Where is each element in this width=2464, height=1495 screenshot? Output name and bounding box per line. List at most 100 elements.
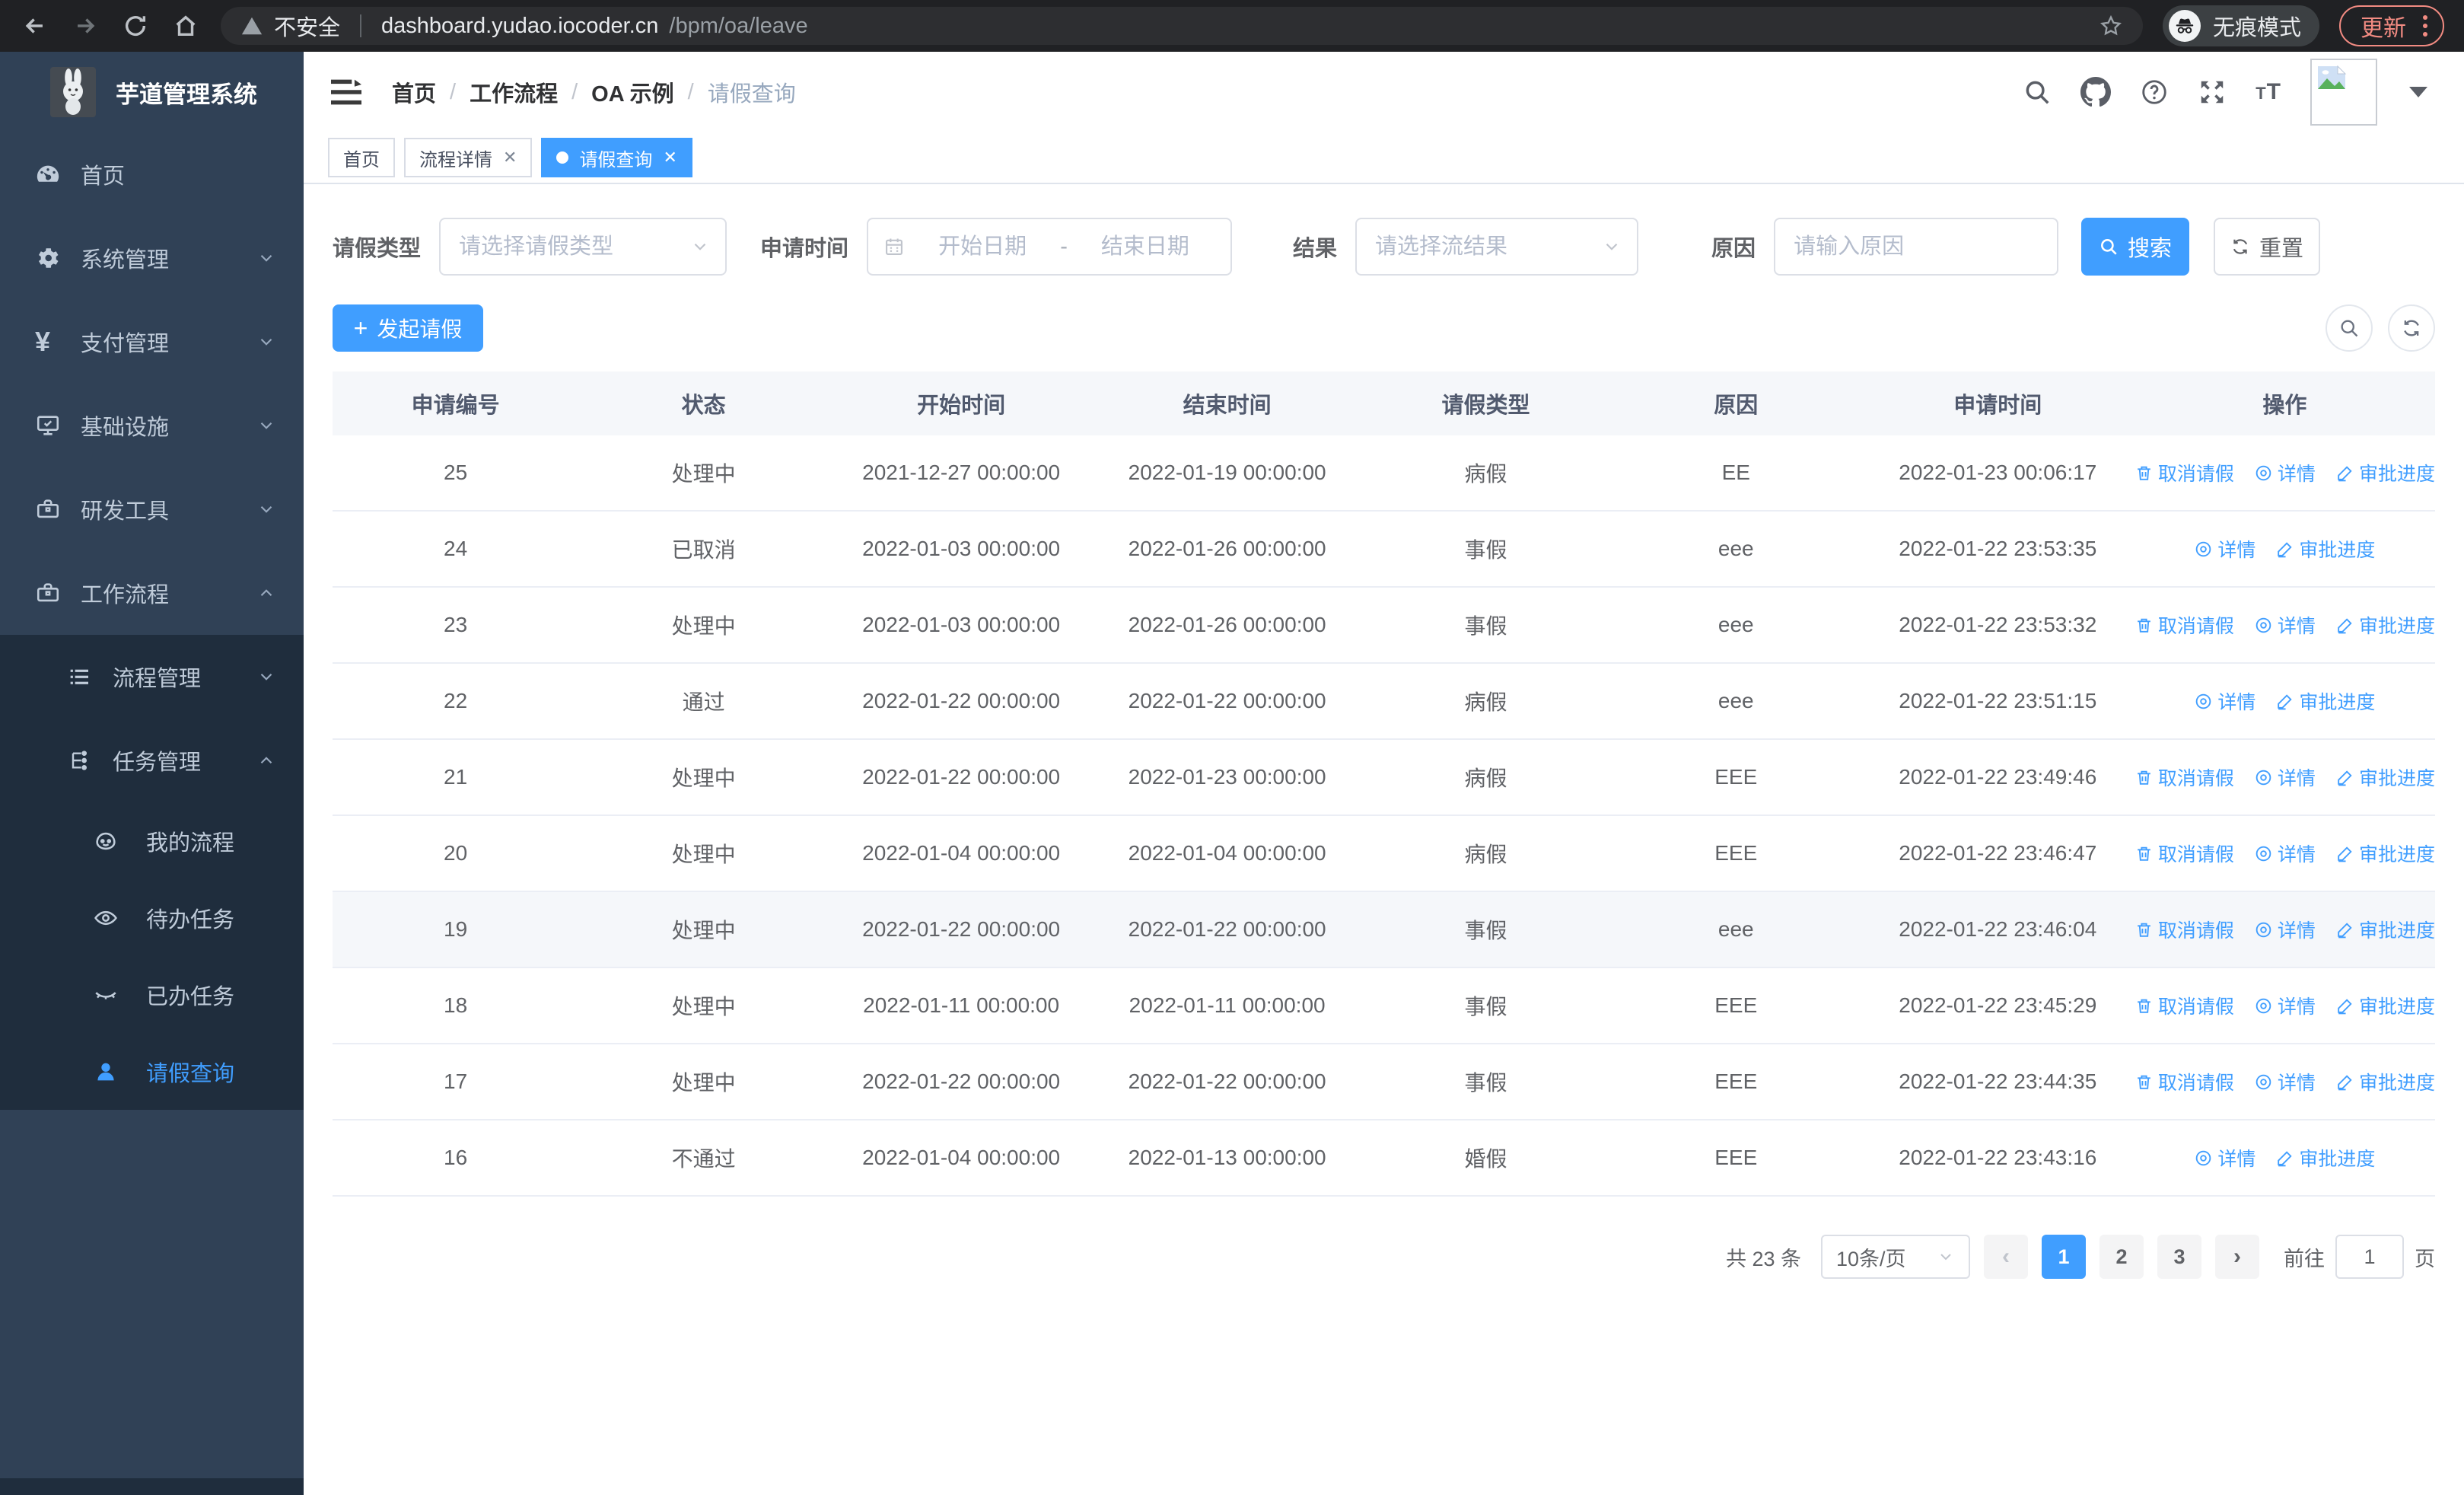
approval-progress-link[interactable]: 审批进度 bbox=[2335, 916, 2435, 943]
reason-field[interactable] bbox=[1774, 218, 2059, 276]
detail-link[interactable]: 详情 bbox=[2194, 1144, 2255, 1171]
browser-chrome: 不安全 dashboard.yudao.iocoder.cn/bpm/oa/le… bbox=[0, 0, 2464, 52]
detail-link[interactable]: 详情 bbox=[2194, 535, 2255, 563]
goto-page-input[interactable] bbox=[2335, 1235, 2404, 1279]
close-icon[interactable]: ✕ bbox=[503, 148, 517, 167]
tab-leave-query[interactable]: 请假查询 ✕ bbox=[541, 138, 692, 177]
table-row: 23 处理中 2022-01-03 00:00:00 2022-01-26 00… bbox=[333, 587, 2435, 664]
help-icon[interactable] bbox=[2140, 78, 2169, 107]
detail-link[interactable]: 详情 bbox=[2194, 687, 2255, 715]
page-button-3[interactable]: 3 bbox=[2157, 1235, 2201, 1279]
cancel-leave-link[interactable]: 取消请假 bbox=[2135, 611, 2234, 639]
forward-icon[interactable] bbox=[70, 11, 100, 41]
detail-link[interactable]: 详情 bbox=[2254, 840, 2316, 867]
breadcrumb-item[interactable]: 工作流程 bbox=[470, 76, 558, 108]
back-icon[interactable] bbox=[20, 11, 50, 41]
leave-type-select[interactable] bbox=[439, 218, 727, 276]
tab-process-detail[interactable]: 流程详情 ✕ bbox=[404, 138, 533, 177]
approval-progress-link[interactable]: 审批进度 bbox=[2335, 459, 2435, 486]
sidebar-item-payment[interactable]: ¥ 支付管理 bbox=[0, 300, 304, 384]
bookmark-star-icon[interactable] bbox=[2099, 14, 2123, 38]
sidebar-item-process-mgmt[interactable]: 流程管理 bbox=[0, 635, 304, 719]
avatar[interactable] bbox=[2310, 59, 2377, 126]
github-icon[interactable] bbox=[2080, 77, 2112, 107]
approval-progress-link[interactable]: 审批进度 bbox=[2335, 763, 2435, 791]
search-button[interactable]: 搜索 bbox=[2081, 218, 2190, 276]
sidebar-item-label: 已办任务 bbox=[146, 984, 235, 1009]
page-size-select[interactable]: 10条/页 bbox=[1821, 1235, 1970, 1279]
sidebar-collapse-bar[interactable] bbox=[0, 1478, 304, 1495]
apply-time-range[interactable]: - bbox=[867, 218, 1233, 276]
page-button-2[interactable]: 2 bbox=[2099, 1235, 2144, 1279]
close-icon[interactable]: ✕ bbox=[663, 148, 676, 167]
browser-menu-icon[interactable] bbox=[2423, 15, 2427, 37]
toggle-search-button[interactable] bbox=[2326, 304, 2373, 352]
sidebar-item-devtools[interactable]: 研发工具 bbox=[0, 467, 304, 551]
security-label[interactable]: 不安全 bbox=[274, 10, 340, 42]
detail-link[interactable]: 详情 bbox=[2254, 611, 2316, 639]
breadcrumb-item[interactable]: OA 示例 bbox=[591, 76, 673, 108]
leave-type-input[interactable] bbox=[459, 234, 683, 260]
approval-progress-link[interactable]: 审批进度 bbox=[2275, 687, 2375, 715]
cancel-leave-link[interactable]: 取消请假 bbox=[2135, 840, 2234, 867]
detail-link[interactable]: 详情 bbox=[2254, 916, 2316, 943]
cancel-leave-link[interactable]: 取消请假 bbox=[2135, 459, 2234, 486]
approval-progress-link[interactable]: 审批进度 bbox=[2335, 840, 2435, 867]
chevron-down-icon bbox=[256, 248, 276, 268]
detail-link[interactable]: 详情 bbox=[2254, 459, 2316, 486]
reason-input[interactable] bbox=[1794, 234, 2039, 260]
approval-progress-link[interactable]: 审批进度 bbox=[2275, 1144, 2375, 1171]
cancel-leave-link[interactable]: 取消请假 bbox=[2135, 1068, 2234, 1095]
cell-status: 处理中 bbox=[578, 1044, 829, 1120]
cell-leave-type: 婚假 bbox=[1361, 1120, 1611, 1197]
create-leave-button[interactable]: + 发起请假 bbox=[333, 304, 483, 352]
cancel-leave-link[interactable]: 取消请假 bbox=[2135, 916, 2234, 943]
avatar-dropdown-caret[interactable] bbox=[2409, 87, 2427, 97]
collapse-menu-icon[interactable] bbox=[329, 77, 363, 107]
cancel-leave-link[interactable]: 取消请假 bbox=[2135, 992, 2234, 1019]
result-input[interactable] bbox=[1375, 234, 1595, 260]
approval-progress-link[interactable]: 审批进度 bbox=[2275, 535, 2375, 563]
detail-link[interactable]: 详情 bbox=[2254, 763, 2316, 791]
sidebar-item-system[interactable]: 系统管理 bbox=[0, 216, 304, 300]
sidebar-item-my-process[interactable]: 我的流程 bbox=[0, 802, 304, 879]
detail-link[interactable]: 详情 bbox=[2254, 1068, 2316, 1095]
search-icon[interactable] bbox=[2023, 78, 2052, 107]
sidebar-item-done-tasks[interactable]: 已办任务 bbox=[0, 956, 304, 1033]
detail-link[interactable]: 详情 bbox=[2254, 992, 2316, 1019]
trash-icon bbox=[2138, 999, 2150, 1013]
approval-progress-link[interactable]: 审批进度 bbox=[2335, 611, 2435, 639]
breadcrumb-item[interactable]: 首页 bbox=[392, 76, 436, 108]
refresh-table-button[interactable] bbox=[2388, 304, 2435, 352]
tab-home[interactable]: 首页 bbox=[328, 138, 395, 177]
cell-id: 18 bbox=[333, 967, 579, 1044]
sidebar-item-todo-tasks[interactable]: 待办任务 bbox=[0, 879, 304, 956]
pen-icon bbox=[2338, 770, 2352, 786]
sidebar-item-task-mgmt[interactable]: 任务管理 bbox=[0, 719, 304, 802]
cell-id: 25 bbox=[333, 435, 579, 512]
sidebar-item-workflow[interactable]: 工作流程 bbox=[0, 551, 304, 635]
approval-progress-link[interactable]: 审批进度 bbox=[2335, 1068, 2435, 1095]
reload-icon[interactable] bbox=[120, 11, 151, 41]
prev-page-button[interactable]: ‹ bbox=[1984, 1235, 2028, 1279]
approval-progress-link[interactable]: 审批进度 bbox=[2335, 992, 2435, 1019]
font-size-icon[interactable]: TT bbox=[2255, 79, 2281, 105]
sidebar-item-leave-query[interactable]: 请假查询 bbox=[0, 1033, 304, 1110]
cancel-leave-link[interactable]: 取消请假 bbox=[2135, 763, 2234, 791]
url-bar[interactable]: 不安全 dashboard.yudao.iocoder.cn/bpm/oa/le… bbox=[221, 7, 2143, 45]
fullscreen-icon[interactable] bbox=[2198, 78, 2227, 107]
incognito-label: 无痕模式 bbox=[2212, 16, 2301, 40]
start-date-input[interactable] bbox=[912, 234, 1053, 260]
cell-reason: eee bbox=[1610, 663, 1861, 740]
chevron-down-icon bbox=[256, 667, 276, 687]
update-button[interactable]: 更新 bbox=[2339, 5, 2444, 46]
result-select[interactable] bbox=[1355, 218, 1639, 276]
sidebar-item-infrastructure[interactable]: 基础设施 bbox=[0, 384, 304, 467]
page-button-1[interactable]: 1 bbox=[2042, 1235, 2086, 1279]
next-page-button[interactable]: › bbox=[2215, 1235, 2259, 1279]
home-icon[interactable] bbox=[170, 11, 201, 41]
reset-button[interactable]: 重置 bbox=[2214, 218, 2321, 276]
end-date-input[interactable] bbox=[1074, 234, 1216, 260]
sidebar-item-home[interactable]: 首页 bbox=[0, 132, 304, 216]
cell-id: 24 bbox=[333, 511, 579, 588]
